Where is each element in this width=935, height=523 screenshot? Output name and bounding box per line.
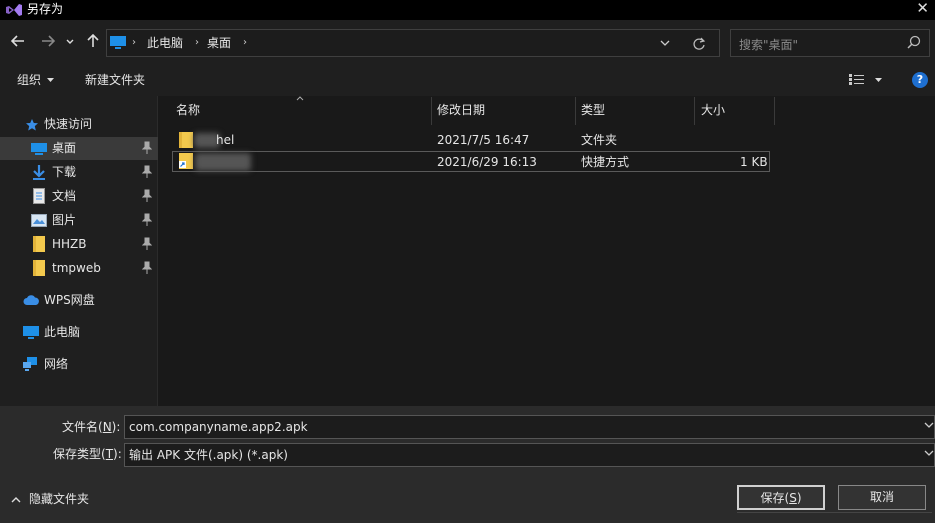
sidebar-item-this-pc[interactable]: 此电脑 xyxy=(0,321,158,344)
computer-icon xyxy=(23,326,39,339)
sidebar-item-pictures[interactable]: 图片 xyxy=(0,209,158,232)
address-bar[interactable]: › 此电脑 › 桌面 › xyxy=(106,29,720,57)
organize-button[interactable]: 组织 xyxy=(17,72,41,88)
cancel-button[interactable]: 取消 xyxy=(838,485,926,510)
save-button[interactable]: 保存(S) xyxy=(737,485,825,510)
column-header-size[interactable]: 大小 xyxy=(701,100,725,124)
breadcrumb-this-pc[interactable]: 此电脑 xyxy=(147,35,183,51)
hide-folders-button[interactable]: 隐藏文件夹 xyxy=(29,492,89,507)
sort-ascending-icon xyxy=(296,94,304,103)
network-icon xyxy=(23,357,37,371)
arrow-right-icon xyxy=(42,35,56,47)
arrow-left-icon xyxy=(10,35,24,47)
refresh-icon[interactable] xyxy=(692,33,706,53)
filetype-select[interactable]: 输出 APK 文件(.apk) (*.apk) xyxy=(124,443,935,467)
folder-icon xyxy=(33,236,45,252)
column-divider[interactable] xyxy=(431,97,432,125)
pin-icon[interactable] xyxy=(142,261,152,275)
sidebar-item-documents[interactable]: 文档 xyxy=(0,185,158,208)
column-header-modified[interactable]: 修改日期 xyxy=(437,100,485,124)
filename-field[interactable]: com.companyname.app2.apk xyxy=(124,415,935,439)
search-input[interactable]: 搜索"桌面" xyxy=(730,29,930,57)
pin-icon[interactable] xyxy=(142,213,152,227)
back-button[interactable] xyxy=(7,33,29,53)
breadcrumb-desktop[interactable]: 桌面 xyxy=(207,35,231,51)
bottom-separator xyxy=(737,512,932,513)
filename-label: 文件名(N): xyxy=(62,420,121,434)
sidebar-item-label: 网络 xyxy=(44,357,69,371)
chevron-down-icon[interactable] xyxy=(924,420,934,430)
close-icon[interactable]: ✕ xyxy=(916,0,929,17)
sidebar-item-desktop[interactable]: 桌面 xyxy=(0,137,158,160)
pin-icon[interactable] xyxy=(142,165,152,179)
file-modified: 2021/7/5 16:47 xyxy=(437,133,530,147)
picture-icon xyxy=(31,214,47,227)
column-header-type[interactable]: 类型 xyxy=(581,100,605,124)
sidebar-item-label: 下载 xyxy=(52,165,77,179)
cloud-icon xyxy=(23,295,39,305)
breadcrumb-separator: › xyxy=(132,37,136,48)
breadcrumb-separator: › xyxy=(243,37,247,48)
file-modified: 2021/6/29 16:13 xyxy=(437,155,537,169)
folder-icon xyxy=(179,132,193,148)
view-options-icon[interactable] xyxy=(849,73,865,86)
sidebar-item-tmpweb[interactable]: tmpweb xyxy=(0,257,158,280)
pin-icon[interactable] xyxy=(142,189,152,203)
file-row[interactable]: hel 2021/7/5 16:47 文件夹 xyxy=(172,130,770,151)
new-folder-button[interactable]: 新建文件夹 xyxy=(85,72,145,88)
folder-icon xyxy=(33,260,45,276)
sidebar-item-label: 图片 xyxy=(52,213,77,227)
up-button[interactable] xyxy=(83,33,103,53)
shortcut-icon xyxy=(179,153,193,169)
star-icon xyxy=(26,119,38,131)
chevron-down-icon[interactable] xyxy=(924,448,934,458)
sidebar-item-label: 桌面 xyxy=(52,141,77,155)
monitor-icon xyxy=(110,36,126,49)
arrow-up-icon xyxy=(87,33,99,47)
caret-down-icon[interactable] xyxy=(874,72,883,88)
search-icon xyxy=(907,35,921,49)
pin-icon[interactable] xyxy=(142,237,152,251)
chevron-down-icon xyxy=(66,39,74,44)
file-size: 1 KB xyxy=(740,155,768,169)
file-type: 文件夹 xyxy=(581,133,618,147)
redacted-filename xyxy=(195,153,251,171)
sidebar-item-label: 文档 xyxy=(52,189,77,203)
column-divider[interactable] xyxy=(694,97,695,125)
sidebar-item-wps-drive[interactable]: WPS网盘 xyxy=(0,289,158,312)
address-dropdown-icon[interactable] xyxy=(660,35,670,51)
sidebar-item-label: 此电脑 xyxy=(44,325,81,339)
help-icon[interactable]: ? xyxy=(912,72,928,88)
title-bar xyxy=(0,0,935,20)
column-divider[interactable] xyxy=(575,97,576,125)
window-title: 另存为 xyxy=(27,2,64,16)
caret-down-icon[interactable] xyxy=(46,72,55,88)
file-name-suffix: hel xyxy=(216,133,235,147)
sidebar-item-network[interactable]: 网络 xyxy=(0,353,158,376)
sidebar-item-quick-access[interactable]: 快速访问 xyxy=(0,113,158,136)
sidebar-item-downloads[interactable]: 下载 xyxy=(0,161,158,184)
sidebar-item-hhzb[interactable]: HHZB xyxy=(0,233,158,256)
column-header-name[interactable]: 名称 xyxy=(176,100,200,124)
breadcrumb-separator: › xyxy=(195,37,199,48)
desktop-icon xyxy=(31,143,47,155)
recent-locations-button[interactable] xyxy=(63,33,77,53)
sidebar-item-label: 快速访问 xyxy=(44,117,93,131)
file-row[interactable]: 2021/6/29 16:13 快捷方式 1 KB xyxy=(172,151,770,172)
column-divider[interactable] xyxy=(774,97,775,125)
sidebar-item-label: WPS网盘 xyxy=(44,293,95,307)
document-icon xyxy=(33,188,45,204)
forward-button[interactable] xyxy=(37,33,59,53)
sidebar-item-label: HHZB xyxy=(52,237,87,251)
search-placeholder: 搜索"桌面" xyxy=(739,38,799,52)
visual-studio-logo-icon xyxy=(6,4,22,16)
pin-icon[interactable] xyxy=(142,141,152,155)
file-type: 快捷方式 xyxy=(581,155,630,169)
chevron-up-icon[interactable] xyxy=(11,492,21,508)
sidebar-item-label: tmpweb xyxy=(52,261,101,275)
filetype-label: 保存类型(T): xyxy=(53,447,122,461)
download-icon xyxy=(33,165,45,180)
